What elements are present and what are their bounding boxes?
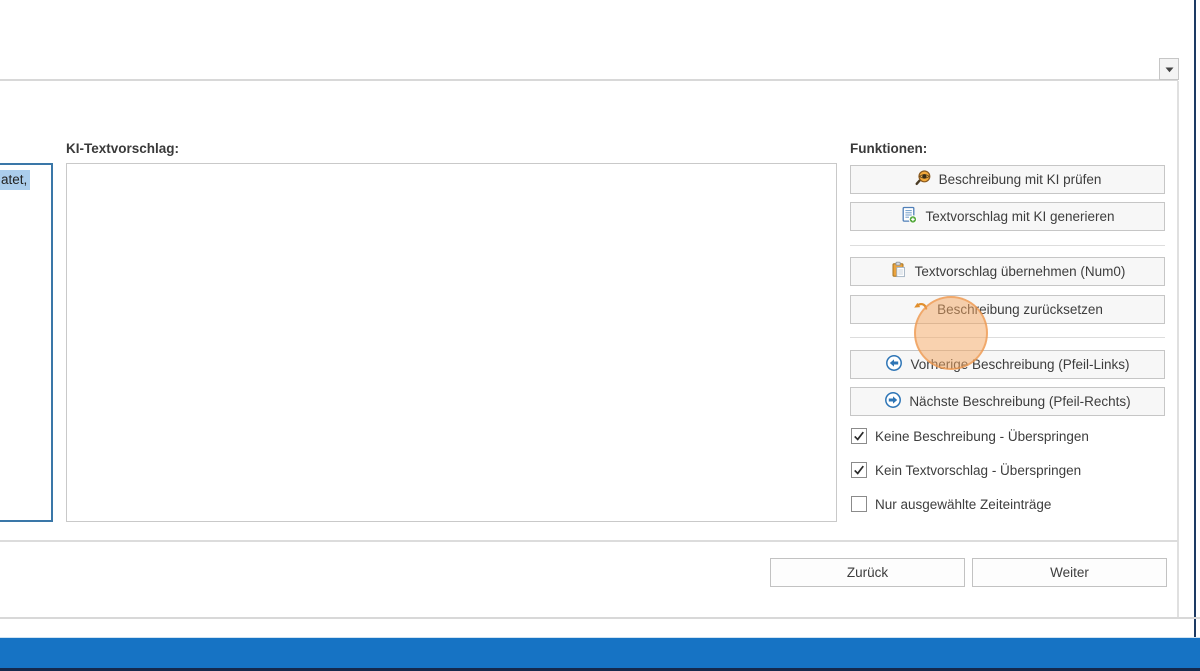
checkbox-row-no-description[interactable]: Keine Beschreibung - Überspringen (851, 428, 1089, 444)
checkbox-label: Keine Beschreibung - Überspringen (875, 429, 1089, 444)
generate-suggestion-button[interactable]: Textvorschlag mit KI generieren (850, 202, 1165, 231)
textarea-label: KI-Textvorschlag: (66, 141, 179, 156)
clipboard-paste-icon (890, 261, 908, 282)
functions-title: Funktionen: (850, 141, 927, 156)
reset-description-button[interactable]: Beschreibung zurücksetzen (850, 295, 1165, 324)
button-label: Nächste Beschreibung (Pfeil-Rechts) (909, 394, 1130, 409)
caret-down-icon (1165, 60, 1174, 78)
checkbox-row-selected-entries[interactable]: Nur ausgewählte Zeiteinträge (851, 496, 1051, 512)
button-label: Beschreibung zurücksetzen (937, 302, 1103, 317)
button-label: Textvorschlag übernehmen (Num0) (915, 264, 1126, 279)
ki-textvorschlag-textarea[interactable] (66, 163, 837, 522)
checkbox-label: Nur ausgewählte Zeiteinträge (875, 497, 1051, 512)
check-icon (853, 464, 865, 476)
separator (850, 337, 1165, 338)
check-icon (853, 430, 865, 442)
previous-description-button[interactable]: Vorherige Beschreibung (Pfeil-Links) (850, 350, 1165, 379)
window-bottom-edge (0, 617, 1200, 619)
check-description-button[interactable]: Beschreibung mit KI prüfen (850, 165, 1165, 194)
back-button[interactable]: Zurück (770, 558, 965, 587)
footer-separator (0, 540, 1178, 542)
next-description-button[interactable]: Nächste Beschreibung (Pfeil-Rechts) (850, 387, 1165, 416)
checkbox[interactable] (851, 428, 867, 444)
button-label: Textvorschlag mit KI generieren (925, 209, 1114, 224)
preview-eye-icon (914, 169, 932, 190)
top-bar (0, 0, 1178, 81)
checkbox[interactable] (851, 496, 867, 512)
separator (850, 245, 1165, 246)
apply-suggestion-button[interactable]: Textvorschlag übernehmen (Num0) (850, 257, 1165, 286)
arrow-left-circle-icon (885, 354, 903, 375)
next-button[interactable]: Weiter (972, 558, 1167, 587)
window-right-border (1194, 0, 1196, 638)
combobox-dropdown-button[interactable] (1159, 58, 1179, 80)
checkbox[interactable] (851, 462, 867, 478)
checkbox-label: Kein Textvorschlag - Überspringen (875, 463, 1081, 478)
selected-text: atet, (0, 170, 30, 190)
taskbar-strip (0, 637, 1200, 668)
document-add-icon (900, 206, 918, 227)
undo-arrow-icon (912, 299, 930, 320)
arrow-right-circle-icon (884, 391, 902, 412)
checkbox-row-no-suggestion[interactable]: Kein Textvorschlag - Überspringen (851, 462, 1081, 478)
description-editor[interactable]: atet, (0, 163, 53, 522)
button-label: Beschreibung mit KI prüfen (939, 172, 1102, 187)
button-label: Vorherige Beschreibung (Pfeil-Links) (910, 357, 1129, 372)
content-panel-right-border (1177, 81, 1179, 618)
